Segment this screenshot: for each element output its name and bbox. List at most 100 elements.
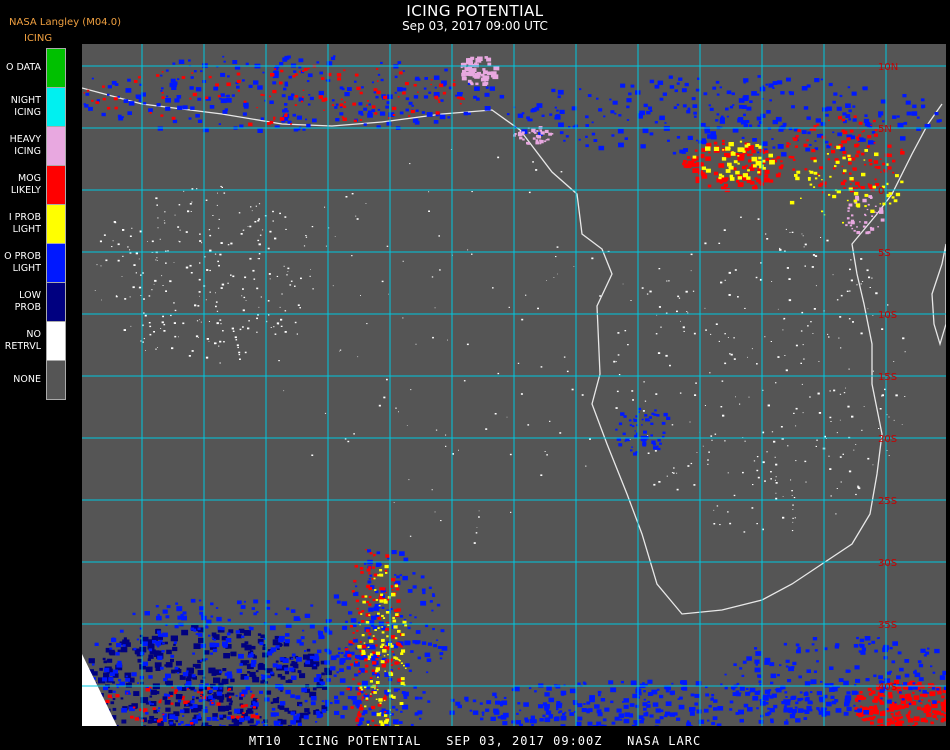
icing-pixel <box>361 634 365 637</box>
icing-pixel <box>756 707 759 710</box>
icing-pixel <box>251 210 253 212</box>
icing-pixel <box>379 563 382 566</box>
icing-pixel <box>556 708 559 711</box>
icing-pixel <box>614 716 620 721</box>
icing-pixel <box>519 131 522 133</box>
icing-pixel <box>138 258 140 260</box>
icing-pixel <box>466 343 469 346</box>
icing-pixel <box>140 274 142 276</box>
icing-pixel <box>228 696 232 699</box>
icing-pixel <box>739 667 743 670</box>
icing-pixel <box>945 699 948 702</box>
icing-pixel <box>610 687 617 693</box>
icing-pixel <box>846 217 850 220</box>
icing-pixel <box>256 107 258 109</box>
icing-pixel <box>592 725 599 730</box>
icing-pixel <box>148 295 151 297</box>
icing-pixel <box>528 191 531 194</box>
icing-pixel <box>932 700 937 704</box>
icing-pixel <box>630 680 637 686</box>
icing-pixel <box>603 115 606 118</box>
icing-pixel <box>721 175 725 178</box>
icing-pixel <box>223 653 230 659</box>
icing-pixel <box>391 550 397 555</box>
icing-pixel <box>807 325 809 327</box>
icing-pixel <box>524 717 528 721</box>
icing-pixel <box>920 702 923 705</box>
icing-pixel <box>467 249 469 251</box>
icing-pixel <box>804 681 811 686</box>
icing-pixel <box>416 640 421 644</box>
icing-pixel <box>687 160 693 165</box>
icing-pixel <box>313 664 316 667</box>
icing-pixel <box>363 642 366 644</box>
icing-pixel <box>400 662 403 664</box>
icing-pixel <box>732 128 739 133</box>
icing-pixel <box>587 708 593 713</box>
legend-entry: NO RETRVL <box>0 321 66 361</box>
icing-pixel <box>832 131 835 134</box>
icing-pixel <box>171 347 174 350</box>
icing-pixel <box>754 659 760 664</box>
icing-pixel <box>879 203 882 205</box>
icing-pixel <box>865 678 870 682</box>
icing-pixel <box>772 119 778 125</box>
icing-pixel <box>353 579 357 583</box>
icing-pixel <box>200 643 206 648</box>
icing-pixel <box>563 356 566 358</box>
icing-pixel <box>589 695 595 700</box>
icing-pixel <box>724 673 727 676</box>
icing-pixel <box>657 447 661 451</box>
icing-pixel <box>434 95 439 99</box>
icing-pixel <box>820 237 822 238</box>
icing-pixel <box>101 299 102 301</box>
icing-pixel <box>423 87 427 90</box>
icing-map[interactable]: 10N 5N 0 5S 10S 15S 20S 25S 30S 35S 40S <box>72 44 950 748</box>
icing-pixel <box>870 227 875 231</box>
icing-pixel <box>356 218 359 220</box>
icing-pixel <box>720 117 725 122</box>
icing-pixel <box>848 470 852 473</box>
icing-pixel <box>210 602 214 606</box>
icing-pixel <box>199 233 201 235</box>
icing-pixel <box>243 600 246 603</box>
icing-pixel <box>803 143 808 147</box>
icing-pixel <box>373 91 377 94</box>
icing-pixel <box>600 724 605 728</box>
icing-pixel <box>400 681 405 685</box>
icing-pixel <box>752 138 757 142</box>
latitude-label: 30S <box>878 558 897 569</box>
icing-pixel <box>608 680 614 685</box>
icing-pixel <box>278 724 283 728</box>
icing-pixel <box>399 659 401 662</box>
icing-pixel <box>360 295 361 296</box>
icing-pixel <box>856 231 861 235</box>
icing-pixel <box>286 110 289 113</box>
icing-pixel <box>368 566 372 569</box>
icing-pixel <box>856 204 861 208</box>
icing-pixel <box>408 101 413 105</box>
icing-pixel <box>825 113 829 117</box>
icing-pixel <box>371 578 374 580</box>
icing-pixel <box>890 713 894 716</box>
icing-pixel <box>243 296 246 299</box>
icing-pixel <box>764 480 766 482</box>
icing-pixel <box>800 362 802 364</box>
icing-pixel <box>156 103 161 107</box>
icing-pixel <box>203 650 210 655</box>
icing-pixel <box>374 589 377 591</box>
icing-pixel <box>188 59 191 62</box>
icing-pixel <box>794 145 798 148</box>
icing-pixel <box>226 716 232 720</box>
icing-pixel <box>377 655 380 657</box>
icing-pixel <box>304 650 307 652</box>
icing-pixel <box>219 340 222 343</box>
icing-pixel <box>482 714 485 716</box>
icing-pixel <box>103 234 106 236</box>
icing-pixel <box>248 626 252 629</box>
icing-pixel <box>445 434 447 436</box>
icing-pixel <box>216 204 218 206</box>
icing-pixel <box>587 721 593 726</box>
icing-pixel <box>409 614 412 617</box>
icing-pixel <box>244 716 251 721</box>
